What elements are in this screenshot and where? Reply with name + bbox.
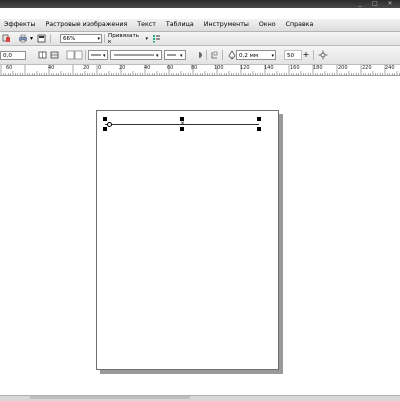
selection-handle-bottom-center[interactable] xyxy=(180,127,184,131)
cut-icon[interactable] xyxy=(2,34,11,43)
selection-handle-top-right[interactable] xyxy=(257,117,261,121)
center-x-icon: × xyxy=(180,120,186,127)
outline-width-select[interactable]: 0,2 мм ▾ xyxy=(236,50,276,60)
chevron-down-icon[interactable]: ▾ xyxy=(29,34,34,43)
selection-handle-top-left[interactable] xyxy=(103,117,107,121)
ruler-label: 120 xyxy=(240,65,250,71)
ruler-label: 60 xyxy=(6,65,13,71)
selection-handle-bottom-left[interactable] xyxy=(103,127,107,131)
convert-icon[interactable] xyxy=(318,50,328,60)
horizontal-ruler[interactable]: 60 40 20 0 20 40 60 80 100 120 140 160 1… xyxy=(0,65,400,76)
outline-width-value: 0,2 мм xyxy=(239,53,259,59)
menu-window[interactable]: Окно xyxy=(254,19,281,31)
add-button[interactable]: + xyxy=(302,49,310,59)
menu-bar: Эффекты Растровые изображения Текст Табл… xyxy=(0,19,400,32)
menu-table[interactable]: Таблица xyxy=(161,19,199,31)
chevron-down-icon: ▾ xyxy=(271,53,274,59)
ruler-label: 60 xyxy=(167,65,174,71)
line-style-select[interactable]: ▾ xyxy=(110,50,162,60)
zoom-page-icon[interactable] xyxy=(37,34,46,43)
ruler-label: 100 xyxy=(214,65,224,71)
maximize-button[interactable]: □ xyxy=(371,1,379,7)
ruler-label: 240 xyxy=(385,65,395,71)
menu-effects[interactable]: Эффекты xyxy=(0,19,40,31)
position-value: 0,0 xyxy=(3,53,12,59)
scrollbar-thumb[interactable] xyxy=(30,396,190,399)
snap-to-dropdown[interactable]: Привязать к ▾ xyxy=(108,32,148,45)
ruler-label: 40 xyxy=(48,65,55,71)
print-icon[interactable] xyxy=(18,34,28,43)
toolbar-separator xyxy=(85,50,86,60)
start-arrowhead-select[interactable]: ▾ xyxy=(88,50,108,60)
toolbar-separator xyxy=(104,34,105,43)
ruler-label: 220 xyxy=(362,65,372,71)
zoom-level-combo[interactable]: 66% ▾ xyxy=(60,34,102,43)
ruler-label: 0 xyxy=(98,65,102,71)
position-field[interactable]: 0,0 xyxy=(0,51,26,60)
toolbar-separator xyxy=(50,34,51,43)
close-button[interactable]: ✕ xyxy=(386,1,394,7)
end-arrowhead-select[interactable]: ▾ xyxy=(164,50,186,60)
menu-tools[interactable]: Инструменты xyxy=(199,19,254,31)
selection-handle-bottom-right[interactable] xyxy=(257,127,261,131)
ruler-label: 20 xyxy=(83,65,90,71)
snap-to-label: Привязать к xyxy=(108,32,140,45)
minimize-button[interactable]: _ xyxy=(356,1,364,7)
standard-toolbar: ▾ 66% ▾ Привязать к ▾ xyxy=(0,32,400,46)
pen-nib-icon[interactable] xyxy=(228,50,236,60)
ruler-label: 80 xyxy=(191,65,198,71)
svg-text:▾: ▾ xyxy=(180,53,183,59)
menu-text[interactable]: Текст xyxy=(132,19,161,31)
ruler-label: 140 xyxy=(264,65,274,71)
ruler-label: 180 xyxy=(313,65,323,71)
options-icon[interactable] xyxy=(152,34,161,43)
plus-icon: + xyxy=(302,49,310,59)
chevron-down-icon: ▾ xyxy=(145,35,148,42)
svg-text:▾: ▾ xyxy=(103,53,106,59)
toolbar-separator xyxy=(222,50,223,60)
menu-help[interactable]: Справка xyxy=(281,19,319,31)
wrap-text-icon[interactable] xyxy=(210,50,219,60)
arrow-end-icon[interactable] xyxy=(74,50,83,60)
ruler-label: 200 xyxy=(338,65,348,71)
document-page[interactable] xyxy=(96,110,279,370)
flip-icon[interactable] xyxy=(50,50,59,60)
ruler-label: 40 xyxy=(144,65,151,71)
property-bar: 0,0 ▾ ▾ ▾ 0,2 мм ▾ 50 + xyxy=(0,46,400,65)
value-50-field[interactable]: 50 xyxy=(284,50,302,60)
chevron-down-icon: ▾ xyxy=(97,36,100,42)
toolbar-separator xyxy=(206,50,207,60)
value-50: 50 xyxy=(287,53,295,59)
window-title-bar: _ □ ✕ xyxy=(0,0,400,8)
line-start-node[interactable] xyxy=(107,122,112,127)
zoom-level-value: 66% xyxy=(63,36,76,42)
mirror-icon[interactable] xyxy=(38,50,47,60)
half-circle-icon[interactable] xyxy=(196,50,204,60)
ruler-label: 20 xyxy=(119,65,126,71)
window-controls: _ □ ✕ xyxy=(356,0,394,8)
toolbar-separator xyxy=(313,50,314,60)
ruler-label: 160 xyxy=(290,65,300,71)
menu-bitmaps[interactable]: Растровые изображения xyxy=(40,19,132,31)
svg-text:▾: ▾ xyxy=(156,53,159,59)
